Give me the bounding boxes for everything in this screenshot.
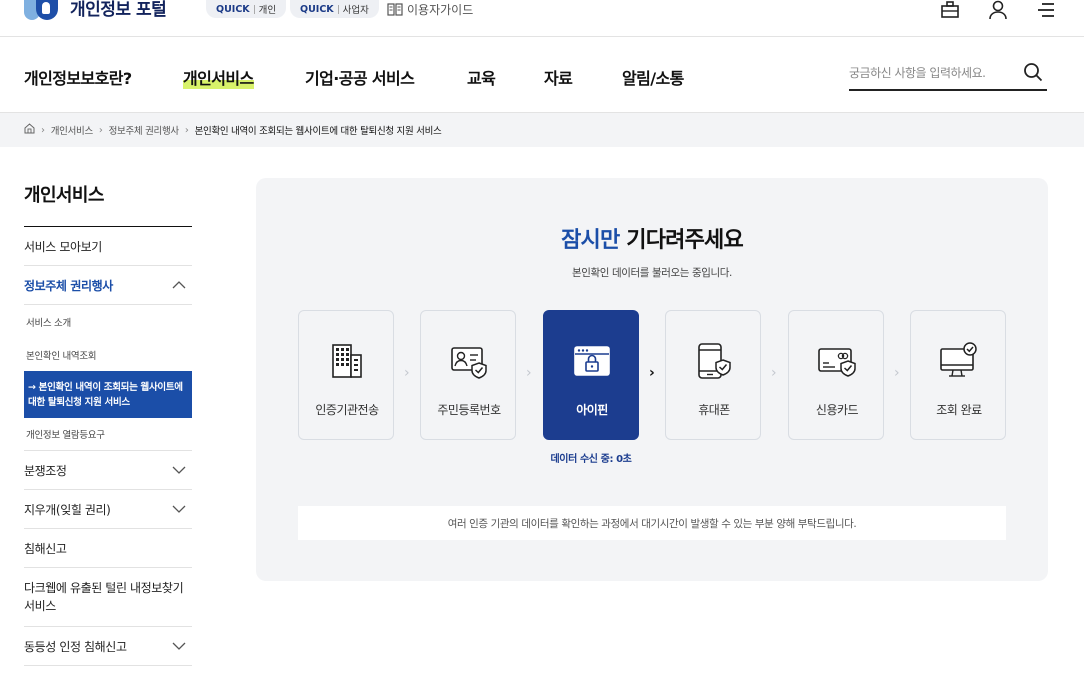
chevron-right-icon: › [771, 365, 777, 381]
main-navigation: 개인정보보호란? 개인서비스 기업·공공 서비스 교육 자료 알림/소통 [0, 37, 1084, 113]
user-guide-link[interactable]: 이용자가이드 [387, 1, 473, 18]
sidebar-item-service-overview[interactable]: 서비스 모아보기 [24, 227, 192, 266]
sidebar-item-darkweb[interactable]: 다크웹에 유출된 털린 내정보찾기 서비스 [24, 568, 192, 627]
sidebar-title: 개인서비스 [24, 147, 192, 227]
chevron-right-icon: › [526, 365, 532, 381]
chevron-right-icon: › [649, 365, 655, 381]
chevron-right-icon: › [41, 124, 45, 136]
id-card-icon [451, 347, 487, 379]
top-utility-bar: 개인정보 포털 QUICK 개인 QUICK 사업자 이용자가이드 [0, 0, 1084, 37]
chevron-down-icon [172, 466, 186, 474]
sidebar-item-label: 지우개(잊힐 권리) [24, 502, 111, 517]
menu-icon[interactable] [1036, 0, 1056, 20]
quick-personal-label: 개인 [258, 5, 277, 16]
sidebar-subitem-history[interactable]: 본인확인 내역조회 [24, 338, 192, 371]
step-ipin: 아이핀 [543, 310, 639, 440]
sidebar-item-dispute[interactable]: 분쟁조정 [24, 451, 192, 490]
home-icon[interactable] [24, 123, 35, 137]
step-label: 조회 완료 [936, 403, 982, 417]
sidebar-item-rights[interactable]: 정보주체 권리행사 [24, 266, 192, 305]
chevron-down-icon [172, 505, 186, 513]
chevron-right-icon: › [98, 124, 103, 136]
sidebar-item-label: 다크웹에 유출된 털린 내정보찾기 서비스 [24, 581, 184, 613]
step-cert-agency: 인증기관전송 [298, 310, 394, 440]
wait-notice: 여러 인증 기관의 데이터를 확인하는 과정에서 대기시간이 발생할 수 있는 … [298, 506, 1006, 540]
quick-tag: QUICK [216, 3, 250, 15]
sidebar-subitem-access-request[interactable]: 개인정보 열람등요구 [24, 418, 192, 451]
quick-business-link[interactable]: QUICK 사업자 [290, 0, 379, 18]
step-label: 인증기관전송 [315, 403, 379, 417]
step-label: 아이핀 [576, 403, 608, 417]
quick-business-label: 사업자 [342, 5, 369, 16]
sidebar-subitem-withdrawal[interactable]: → 본인확인 내역이 조회되는 웹사이트에 대한 탈퇴신청 지원 서비스 [24, 371, 192, 418]
step-mobile-phone: 휴대폰 [665, 310, 761, 440]
sidebar-item-eraser[interactable]: 지우개(잊힐 권리) [24, 490, 192, 529]
step-label: 휴대폰 [698, 403, 730, 417]
nav-item-resources[interactable]: 자료 [544, 65, 573, 89]
user-icon[interactable] [988, 0, 1008, 20]
loading-subtitle: 본인확인 데이터를 불러오는 중입니다. [572, 267, 732, 279]
book-icon [387, 3, 403, 16]
chevron-right-icon: › [184, 124, 189, 136]
step-label: 신용카드 [815, 403, 859, 417]
chevron-up-icon [172, 281, 186, 289]
search-icon[interactable] [1023, 62, 1043, 86]
nav-item-education[interactable]: 교육 [467, 65, 496, 89]
step-credit-card: 신용카드 [788, 310, 884, 440]
building-icon [332, 344, 362, 378]
search-input[interactable] [849, 59, 1014, 87]
sidebar-item-label: 동등성 인정 침해신고 [24, 639, 127, 654]
nav-item-notice[interactable]: 알림/소통 [622, 65, 684, 89]
sidebar-item-label: 분쟁조정 [24, 463, 67, 478]
nav-item-business-service[interactable]: 기업·공공 서비스 [305, 65, 415, 89]
progress-status: 데이터 수신 중: 0초 [550, 454, 632, 465]
chevron-right-icon: › [894, 365, 900, 381]
user-guide-label: 이용자가이드 [407, 3, 474, 17]
step-complete: 조회 완료 [910, 310, 1006, 440]
chevron-down-icon [172, 642, 186, 650]
sidebar-item-label: 정보주체 권리행사 [24, 278, 113, 293]
search-box [849, 59, 1047, 91]
sidebar-item-equivalence[interactable]: 동등성 인정 침해신고 [24, 627, 192, 666]
site-logo[interactable]: 개인정보 포털 [22, 0, 167, 20]
sidebar: 개인서비스 서비스 모아보기 정보주체 권리행사 서비스 소개 본인확인 내역조… [24, 147, 192, 666]
breadcrumb-item[interactable]: 정보주체 권리행사 [109, 123, 180, 137]
chevron-right-icon: › [404, 365, 410, 381]
breadcrumb-item[interactable]: 개인서비스 [51, 123, 94, 137]
loading-card: 잠시만 기다려주세요 본인확인 데이터를 불러오는 중입니다. 인증기관전송 ›… [256, 178, 1048, 581]
step-resident-number: 주민등록번호 [420, 310, 516, 440]
breadcrumb-current: 본인확인 내역이 조회되는 웹사이트에 대한 탈퇴신청 지원 서비스 [194, 126, 442, 137]
breadcrumb: › 개인서비스 › 정보주체 권리행사 › 본인확인 내역이 조회되는 웹사이트… [0, 113, 1084, 147]
nav-item-personal-service[interactable]: 개인서비스 [183, 65, 254, 89]
logo-mark-icon [22, 0, 62, 20]
monitor-check-icon [940, 342, 977, 377]
phone-shield-icon [698, 343, 731, 379]
ipin-lock-icon [574, 346, 610, 376]
sidebar-item-report[interactable]: 침해신고 [24, 529, 192, 568]
sidebar-item-label: 서비스 모아보기 [24, 239, 102, 254]
credit-card-icon [818, 348, 856, 377]
title-rest: 기다려주세요 [619, 228, 743, 253]
step-label: 주민등록번호 [437, 403, 501, 417]
quick-personal-link[interactable]: QUICK 개인 [206, 0, 287, 18]
briefcase-icon[interactable] [940, 0, 960, 20]
logo-text: 개인정보 포털 [70, 0, 167, 20]
nav-item-about[interactable]: 개인정보보호란? [24, 65, 132, 89]
sidebar-item-label: 침해신고 [24, 541, 67, 556]
title-highlight: 잠시만 [561, 228, 620, 253]
quick-tag: QUICK [300, 3, 334, 15]
sidebar-subitem-intro[interactable]: 서비스 소개 [24, 305, 192, 338]
page-title: 잠시만 기다려주세요 [256, 222, 1048, 254]
